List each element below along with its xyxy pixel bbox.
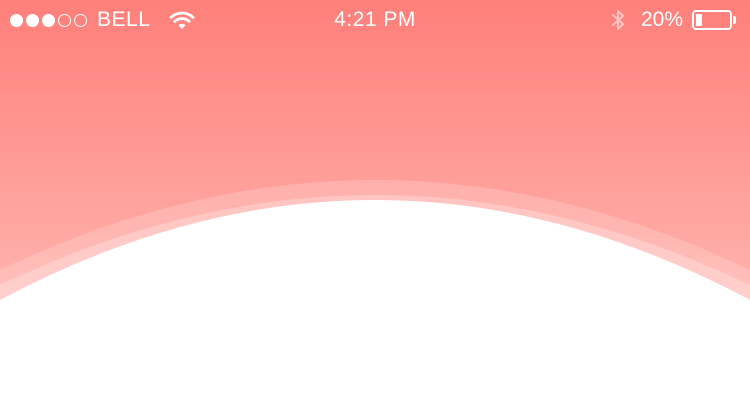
signal-strength-icon [10, 13, 87, 27]
status-bar: BELL 4:21 PM 20% [0, 0, 750, 40]
signal-dot [26, 13, 39, 27]
status-left-group: BELL [10, 0, 196, 40]
status-time: 4:21 PM [334, 8, 416, 31]
signal-dot [10, 13, 23, 27]
battery-percentage: 20% [640, 8, 683, 31]
signal-dot [42, 13, 55, 27]
battery-body [692, 10, 732, 30]
status-right-group: 20% [611, 0, 738, 40]
battery-icon [692, 9, 738, 31]
wifi-icon [169, 11, 195, 29]
battery-level-fill [696, 14, 703, 26]
battery-tip [733, 16, 736, 24]
signal-dot [58, 13, 71, 27]
carrier-name: BELL [97, 8, 151, 31]
signal-dot [74, 13, 87, 27]
app-screen: BELL 4:21 PM 20% [0, 0, 750, 407]
bluetooth-icon [611, 10, 624, 30]
header-background [0, 0, 750, 407]
